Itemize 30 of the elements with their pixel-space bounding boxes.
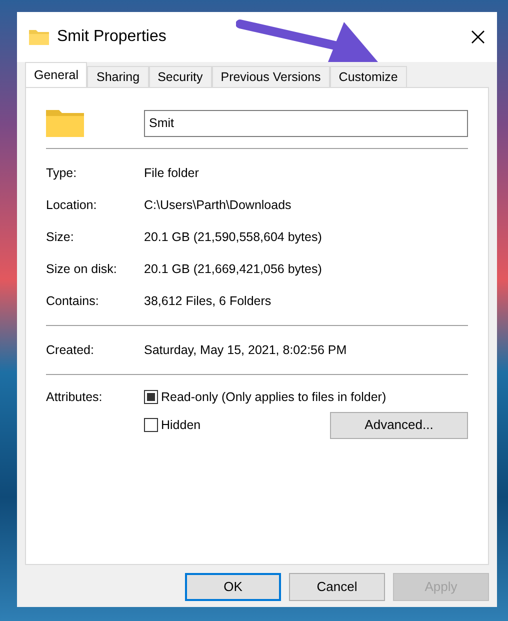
checkbox-label: Hidden	[161, 416, 201, 434]
checkbox[interactable]	[144, 418, 158, 432]
tab[interactable]: Security	[148, 66, 212, 87]
name-field[interactable]: Smit	[144, 110, 468, 136]
field-label: Contains:	[46, 292, 100, 310]
field-label: Location:	[46, 196, 98, 214]
advanced-button[interactable]: Advanced...	[330, 412, 468, 438]
tab[interactable]: Sharing	[87, 66, 149, 87]
tab[interactable]: Customize	[330, 66, 407, 87]
field-label: Type:	[46, 164, 78, 182]
field-value: File folder	[144, 164, 199, 182]
tab[interactable]: Previous Versions	[212, 66, 330, 87]
field-value: 38,612 Files, 6 Folders	[144, 292, 272, 310]
window-title: Smit Properties	[57, 27, 166, 47]
close-icon[interactable]	[471, 30, 485, 44]
tab[interactable]: General	[25, 62, 88, 87]
folder-icon	[46, 109, 84, 137]
checkbox-label: Read-only (Only applies to files in folder)	[161, 388, 386, 406]
folder-icon	[29, 29, 49, 45]
field-value: 20.1 GB (21,590,558,604 bytes)	[144, 228, 322, 246]
field-label: Attributes:	[46, 388, 104, 406]
checkbox[interactable]	[144, 390, 158, 404]
field-value: C:\Users\Parth\Downloads	[144, 196, 292, 214]
field-label: Size:	[46, 228, 75, 246]
field-value: Saturday, May 15, 2021, 8:02:56 PM	[144, 342, 347, 359]
dialog-button[interactable]: Cancel	[289, 573, 385, 601]
field-label: Size on disk:	[46, 260, 118, 278]
field-label: Created:	[46, 342, 95, 359]
dialog-button[interactable]: OK	[185, 573, 281, 601]
field-value: 20.1 GB (21,669,421,056 bytes)	[144, 260, 322, 278]
